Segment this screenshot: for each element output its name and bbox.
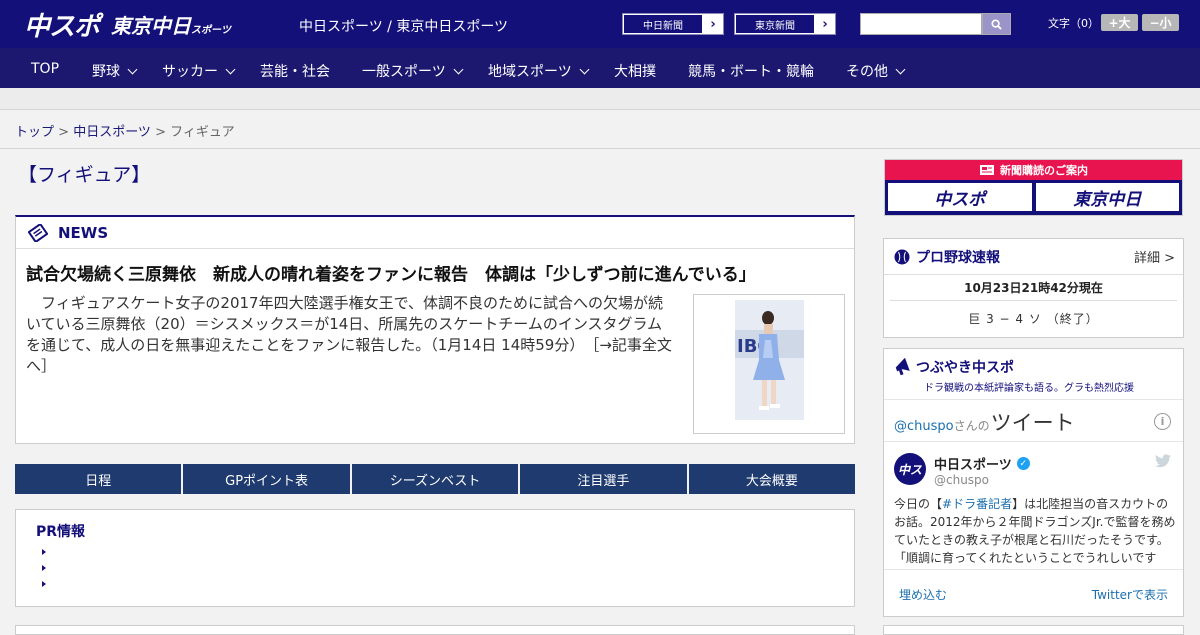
sub-nav-bar (0, 88, 1200, 110)
pr-panel: PR情報 (15, 509, 855, 607)
news-headline[interactable]: 試合欠場続く三原舞依 新成人の晴れ着姿をファンに報告 体調は「少しずつ前に進んで… (26, 260, 756, 285)
font-size-label: 文字（0） (1048, 17, 1099, 30)
site-name: 中日スポーツ / 東京中日スポーツ (299, 19, 509, 35)
font-size-smaller-button[interactable]: −小 (1142, 14, 1179, 31)
news-section-label: NEWS (58, 223, 109, 242)
news-photo-frame[interactable]: IBO (693, 294, 845, 434)
news-photo: IBO (735, 300, 804, 420)
tweets-by-header: @chuspo さんの ツイート (894, 411, 1075, 435)
chevron-down-icon (127, 64, 138, 74)
next-panel (15, 625, 855, 635)
info-icon[interactable]: i (1154, 413, 1171, 430)
megaphone-icon (895, 358, 910, 376)
baseball-score[interactable]: 巨 3 − 4 ソ （終了） (884, 310, 1183, 327)
baseball-update-time: 10月23日21時42分現在 (964, 281, 1103, 295)
nav-item-local-sports[interactable]: 地域スポーツ (488, 61, 590, 81)
search-icon (991, 18, 1002, 30)
nav-item-general-sports[interactable]: 一般スポーツ (362, 61, 464, 81)
header-bar: 中スポ 東京中日スポーツ 中日スポーツ / 東京中日スポーツ 中日新聞 › 東京… (0, 0, 1200, 48)
nav-item-entertainment[interactable]: 芸能・社会 (260, 61, 330, 81)
view-on-twitter-link[interactable]: Twitterで表示 (1092, 586, 1168, 603)
avatar[interactable]: 中ス (894, 453, 926, 485)
hashtag-link[interactable]: #ドラ番記者 (942, 497, 1012, 511)
nav-item-top[interactable]: TOP (31, 61, 59, 77)
main-nav: TOP 野球 サッカー 芸能・社会 一般スポーツ 地域スポーツ 大相撲 競馬・ボ… (0, 48, 1200, 88)
news-panel: NEWS 試合欠場続く三原舞依 新成人の晴れ着姿をファンに報告 体調は「少しずつ… (15, 215, 855, 444)
breadcrumb-current: フィギュア (170, 125, 235, 140)
breadcrumb: トップ > 中日スポーツ > フィギュア (15, 125, 235, 140)
nav-item-sumo[interactable]: 大相撲 (614, 61, 656, 81)
divider (0, 148, 1200, 149)
tweet-author-handle[interactable]: @chuspo (934, 473, 989, 487)
verified-icon: ✓ (1016, 457, 1030, 470)
tab-gp-points[interactable]: GPポイント表 (183, 464, 350, 494)
tab-season-best[interactable]: シーズンベスト (351, 464, 519, 494)
search-button[interactable] (982, 13, 1011, 35)
account-handle-link[interactable]: @chuspo (894, 419, 954, 434)
tab-featured-skaters[interactable]: 注目選手 (520, 464, 687, 494)
breadcrumb-chunichi-sports[interactable]: 中日スポーツ (73, 125, 151, 140)
nav-item-baseball[interactable]: 野球 (92, 61, 138, 81)
site-logo[interactable]: 中スポ 東京中日スポーツ (24, 8, 231, 42)
chevron-down-icon (579, 64, 590, 74)
divider (890, 300, 1177, 301)
nav-item-other[interactable]: その他 (846, 61, 906, 81)
twitter-widget: つぶやき中スポ ドラ観戦の本紙評論家も語る。グラも熱烈応援 @chuspo さんの… (883, 348, 1184, 617)
tweet-text: 今日の【#ドラ番記者】は北陸担当の音スカウトのお話。2012年から２年間ドラゴン… (894, 497, 1176, 565)
pr-title: PR情報 (36, 524, 86, 540)
nav-item-racing[interactable]: 競馬・ボート・競輪 (688, 61, 814, 81)
font-size-bigger-button[interactable]: +大 (1101, 14, 1138, 31)
chevron-right-icon: › (822, 16, 828, 32)
bullet-icon[interactable] (42, 549, 46, 555)
chevron-down-icon (895, 64, 906, 74)
bullet-icon[interactable] (42, 581, 46, 587)
embed-link[interactable]: 埋め込む (899, 586, 947, 603)
tab-schedule[interactable]: 日程 (15, 464, 182, 494)
baseball-title: プロ野球速報 (916, 249, 1000, 266)
subscribe-chuspo-logo[interactable]: 中スポ (888, 183, 1032, 211)
logo-tokyo-chunichi: 東京中日スポーツ (111, 13, 231, 38)
twitter-widget-title: つぶやき中スポ (916, 360, 1014, 376)
news-lead: フィギュアスケート女子の2017年四大陸選手権女王で、体調不良のために試合への欠… (26, 294, 672, 375)
newspaper-icon (980, 165, 994, 175)
tweet-author-name[interactable]: 中日スポーツ ✓ (934, 454, 1030, 473)
baseball-scores-panel: プロ野球速報 詳細 > 10月23日21時42分現在 巨 3 − 4 ソ （終了… (883, 238, 1184, 338)
baseball-detail-link[interactable]: 詳細 > (1134, 247, 1175, 266)
bullet-icon[interactable] (42, 565, 46, 571)
chevron-down-icon (225, 64, 236, 74)
breadcrumb-top[interactable]: トップ (15, 125, 54, 140)
twitter-bird-icon[interactable] (1155, 454, 1171, 468)
logo-chuspo: 中スポ (24, 11, 100, 42)
chevron-down-icon (453, 64, 464, 74)
news-header: NEWS (16, 217, 854, 249)
newspaper-icon (28, 223, 48, 242)
subscription-banner[interactable]: 新聞購読のご案内 中スポ 東京中日 (884, 159, 1183, 216)
chunichi-shimbun-link[interactable]: 中日新聞 › (622, 13, 724, 35)
subscription-header: 新聞購読のご案内 (885, 160, 1182, 180)
figure-tabs: 日程 GPポイント表 シーズンベスト 注目選手 大会概要 (15, 464, 856, 494)
search-input[interactable] (860, 13, 982, 35)
next-side-panel (883, 625, 1184, 635)
twitter-widget-subtitle: ドラ観戦の本紙評論家も語る。グラも熱烈応援 (924, 383, 1134, 394)
page-title: 【フィギュア】 (18, 164, 151, 186)
chevron-right-icon: › (710, 16, 716, 32)
baseball-icon (894, 249, 910, 264)
nav-item-soccer[interactable]: サッカー (162, 61, 236, 81)
tab-competition-overview[interactable]: 大会概要 (688, 464, 856, 494)
tokyo-shimbun-link[interactable]: 東京新聞 › (734, 13, 836, 35)
subscribe-tokyo-chunichi-logo[interactable]: 東京中日 (1035, 183, 1179, 211)
